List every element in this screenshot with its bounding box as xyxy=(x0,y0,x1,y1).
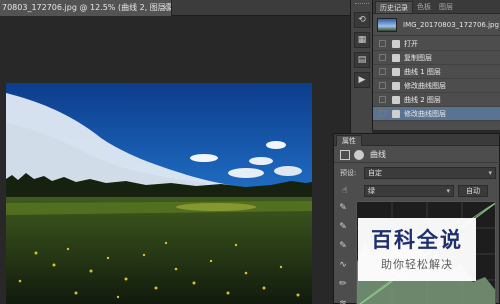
history-item-label: 复制图层 xyxy=(404,54,432,62)
history-item-label: 修改曲线图层 xyxy=(404,110,446,118)
tab-layers[interactable]: 图层 xyxy=(435,1,457,13)
history-panel: 历史记录 色板 图层 IMG_20170803_172706.jpg 打开 复制… xyxy=(372,0,500,130)
history-item[interactable]: 打开 xyxy=(373,37,500,51)
history-brush-source-box[interactable] xyxy=(379,68,386,75)
history-brush-source-box[interactable] xyxy=(379,40,386,47)
swatch-panel-icon[interactable]: ▦ xyxy=(354,32,370,48)
document-tab-title: 70803_172706.jpg @ 12.5% (曲线 2, 图层蒙版/8) … xyxy=(2,3,172,12)
edit-points-curve-icon[interactable]: ∿ xyxy=(336,258,350,272)
history-panel-tabs: 历史记录 色板 图层 xyxy=(373,0,500,14)
play-icon[interactable]: ▶ xyxy=(354,72,370,88)
targeted-adjustment-hand-icon[interactable]: ☝ xyxy=(342,186,347,196)
history-step-icon xyxy=(392,110,400,118)
preset-label: 预设: xyxy=(340,169,357,177)
history-item-label: 打开 xyxy=(404,40,418,48)
watermark-title: 百科全说 xyxy=(371,228,463,252)
history-item-label: 修改曲线图层 xyxy=(404,82,446,90)
tab-properties[interactable]: 属性 xyxy=(336,135,362,146)
adjustment-name: 曲线 xyxy=(370,150,386,159)
auto-button[interactable]: 自动 xyxy=(458,185,488,197)
history-item-label: 曲线 2 图层 xyxy=(404,96,441,104)
preset-dropdown[interactable]: 自定 xyxy=(364,167,496,179)
channel-dropdown[interactable]: 绿 xyxy=(364,185,454,197)
history-panel-icon[interactable]: ⟲ xyxy=(354,12,370,28)
history-step-icon xyxy=(392,54,400,62)
preset-value: 自定 xyxy=(368,169,382,177)
watermark-logo: 百科全说 助你轻松解决 xyxy=(358,218,476,281)
history-item[interactable]: 曲线 1 图层 xyxy=(373,65,500,79)
black-point-eyedropper-icon[interactable]: ✎ xyxy=(336,201,350,215)
preset-row: 预设: 自定 xyxy=(338,167,496,179)
history-brush-source-box[interactable] xyxy=(379,110,386,117)
draw-curve-pencil-icon[interactable]: ✏ xyxy=(336,277,350,291)
history-item[interactable]: 修改曲线图层 xyxy=(373,79,500,93)
properties-tab-bar: 属性 xyxy=(334,134,499,146)
document-tab-bar: 70803_172706.jpg @ 12.5% (曲线 2, 图层蒙版/8) … xyxy=(0,0,350,16)
history-item[interactable]: 复制图层 xyxy=(373,51,500,65)
dock-drag-handle[interactable] xyxy=(355,3,369,7)
canvas-photo[interactable] xyxy=(6,83,312,304)
document-tab[interactable]: 70803_172706.jpg @ 12.5% (曲线 2, 图层蒙版/8) … xyxy=(0,0,172,16)
history-item-label: 曲线 1 图层 xyxy=(404,68,441,76)
history-list: 打开 复制图层 曲线 1 图层 修改曲线图层 曲线 2 图层 修改曲线图层 xyxy=(373,37,500,121)
tab-history[interactable]: 历史记录 xyxy=(375,1,413,13)
history-item[interactable]: 曲线 2 图层 xyxy=(373,93,500,107)
channel-row: ☝ 绿 自动 xyxy=(338,185,496,197)
history-item-selected[interactable]: 修改曲线图层 xyxy=(373,107,500,121)
landscape-image xyxy=(6,83,312,304)
tab-swatches[interactable]: 色板 xyxy=(413,1,435,13)
layer-mask-icon[interactable] xyxy=(354,150,364,160)
snapshot-thumbnail xyxy=(377,18,397,32)
history-step-icon xyxy=(392,96,400,104)
snapshot-name: IMG_20170803_172706.jpg xyxy=(403,21,499,29)
smooth-curve-icon[interactable]: ≈ xyxy=(336,296,350,304)
close-tab-icon[interactable]: × xyxy=(161,0,168,16)
layers-panel-icon[interactable]: ▤ xyxy=(354,52,370,68)
white-point-eyedropper-icon[interactable]: ✎ xyxy=(336,239,350,253)
history-snapshot[interactable]: IMG_20170803_172706.jpg xyxy=(373,14,500,36)
history-brush-source-box[interactable] xyxy=(379,54,386,61)
channel-value: 绿 xyxy=(368,187,375,195)
history-brush-source-box[interactable] xyxy=(379,82,386,89)
history-step-icon xyxy=(392,40,400,48)
gray-point-eyedropper-icon[interactable]: ✎ xyxy=(336,220,350,234)
history-step-icon xyxy=(392,82,400,90)
history-step-icon xyxy=(392,68,400,76)
curves-tool-column: ✎ ✎ ✎ ∿ ✏ ≈ xyxy=(336,201,352,304)
properties-header: 曲线 xyxy=(334,147,500,163)
history-brush-source-box[interactable] xyxy=(379,96,386,103)
curves-adjustment-icon[interactable] xyxy=(340,150,350,160)
watermark-subtitle: 助你轻松解决 xyxy=(381,258,453,271)
